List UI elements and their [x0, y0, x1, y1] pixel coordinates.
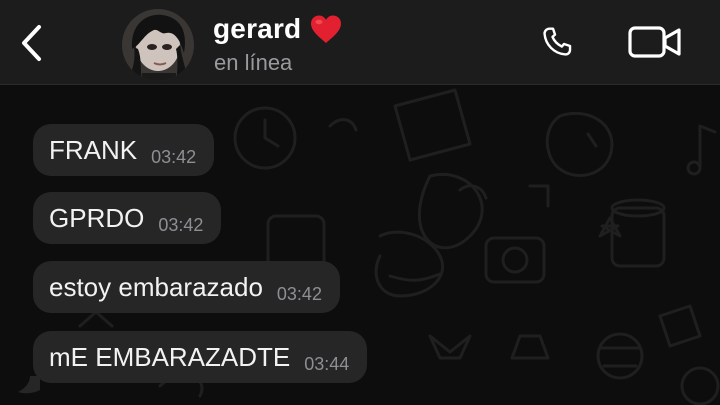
video-call-button[interactable]	[626, 22, 684, 62]
avatar[interactable]	[122, 9, 194, 81]
voice-call-button[interactable]	[535, 20, 579, 64]
avatar-image	[122, 9, 194, 81]
message-bubble[interactable]: GPRDO 03:42	[33, 192, 222, 244]
heart-icon	[311, 15, 342, 43]
message-bubble[interactable]: mE EMBARAZADTE 03:44	[33, 331, 368, 383]
message-bubble[interactable]: FRANK 03:42	[33, 124, 215, 176]
message-bubble[interactable]: estoy embarazado 03:42	[33, 261, 340, 313]
message-text: estoy embarazado	[49, 272, 263, 302]
message-text: FRANK	[49, 135, 138, 165]
phone-icon	[543, 27, 572, 56]
chevron-left-icon	[22, 25, 41, 61]
contact-status: en línea	[214, 50, 293, 75]
message-timestamp: 03:42	[158, 215, 204, 235]
chat-area[interactable]: FRANK 03:42 GPRDO 03:42 estoy embarazado…	[0, 86, 720, 405]
message-timestamp: 03:42	[151, 147, 197, 167]
back-button[interactable]	[14, 22, 48, 64]
chat-header: gerard en línea	[0, 0, 720, 85]
contact-name: gerard	[213, 13, 302, 44]
message-timestamp: 03:42	[276, 284, 322, 304]
message-text: GPRDO	[49, 203, 145, 233]
title-row[interactable]: gerard	[213, 12, 343, 46]
message-timestamp: 03:44	[304, 354, 350, 374]
video-camera-icon	[628, 26, 681, 58]
bubble-tail	[18, 376, 40, 394]
message-text: mE EMBARAZADTE	[49, 342, 291, 372]
